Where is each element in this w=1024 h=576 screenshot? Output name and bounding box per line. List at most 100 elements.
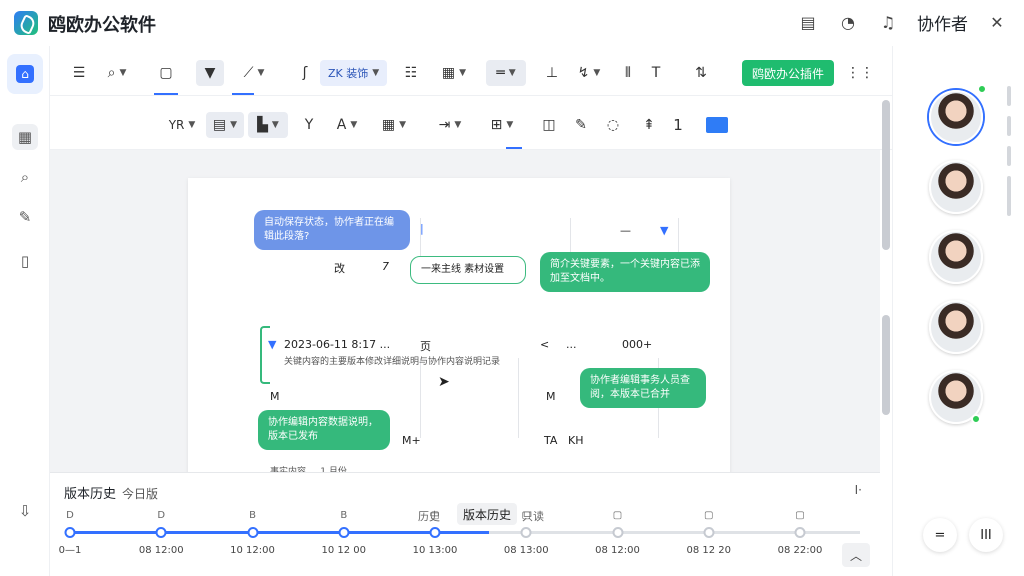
chart-dropdown[interactable]: ▙ ▼	[248, 111, 288, 138]
nav-home-button[interactable]: ⌂	[7, 54, 43, 94]
scrollbar-thumb-bottom[interactable]	[882, 315, 890, 415]
history-popup[interactable]: 版本历史	[457, 503, 518, 525]
columns-icon[interactable]: ⫴	[618, 60, 638, 86]
nav-grid-button[interactable]: ▦	[12, 124, 38, 150]
document-page: 自动保存状态，协作者正在编辑此段落? | — ▼ 改 7 一来主线 素材设置 简…	[188, 178, 730, 472]
timeline-node[interactable]	[794, 527, 806, 538]
date-dots: ...	[566, 338, 577, 351]
scrollbar-thumb-top[interactable]	[882, 100, 890, 250]
timeline-time-label: 10 12 00	[321, 545, 367, 556]
description-line: 关键内容的主要版本修改详细说明与协作内容说明记录	[284, 357, 501, 367]
left-nav: ⌂ ▦ ⌕ ✎ ▯ ⇩	[0, 46, 50, 576]
scroll-up-button[interactable]: ︿	[842, 543, 870, 567]
title-bar: 鸥欧办公软件 ▤ ◔ ♫ 协作者 ✕	[0, 0, 1024, 46]
text-cursor: |	[420, 222, 424, 235]
nav-search-button[interactable]: ⌕	[12, 164, 38, 190]
timeline-node[interactable]	[247, 527, 258, 538]
paragraph-dropdown[interactable]: ▤ ▼	[206, 111, 244, 138]
plugin-button[interactable]: 鸥欧办公插件	[742, 60, 835, 86]
timeline-tick-label: ▢	[704, 510, 714, 521]
date-end: 000+	[622, 338, 653, 351]
nav-edit-button[interactable]: ✎	[12, 204, 38, 230]
timeline-progress	[70, 531, 489, 534]
timeline-time-label: 08 12:00	[595, 545, 640, 556]
timeline-node[interactable]	[338, 527, 350, 538]
timeline-node[interactable]	[429, 527, 441, 538]
timeline-node[interactable]	[155, 527, 167, 538]
text-icon[interactable]: T	[646, 60, 666, 86]
timeline-time-label: 08 12 20	[686, 545, 732, 556]
selection-bracket	[260, 326, 270, 384]
timeline-node[interactable]	[64, 527, 76, 538]
folder-icon[interactable]	[706, 117, 728, 133]
bullet-list-icon[interactable]: ☷	[400, 60, 422, 86]
pen-icon[interactable]: ✎	[570, 112, 592, 138]
scrollbar-segment	[1007, 176, 1011, 216]
merge-icon[interactable]: Y	[298, 112, 320, 138]
zoom-icon[interactable]: ⌕ ▼	[100, 60, 134, 86]
collaborator-scrollbar[interactable]	[1007, 86, 1011, 216]
page-icon[interactable]: ▢	[154, 60, 178, 86]
grid-line	[518, 358, 519, 438]
highlight-dropdown[interactable]: ▦ ▼	[372, 112, 416, 138]
transform-icon[interactable]: ↯ ▼	[570, 60, 608, 86]
font-dropdown[interactable]: ZK 装饰 ▼	[320, 59, 388, 86]
anchor-icon[interactable]: ⊥	[540, 60, 564, 86]
pointer-icon[interactable]: ▼	[196, 59, 224, 86]
app-logo-icon	[14, 11, 38, 35]
insert-dropdown[interactable]: ⊞ ▼	[482, 112, 522, 138]
more-icon[interactable]: ⋮⋮	[846, 60, 874, 86]
collaborator-avatar[interactable]	[929, 160, 983, 214]
canvas-scrollbar[interactable]	[882, 100, 890, 475]
line-tab-underline	[232, 93, 254, 95]
comment-icon[interactable]: ▤	[797, 12, 819, 34]
timeline-node[interactable]	[520, 527, 532, 538]
collaborator-avatar[interactable]	[929, 90, 983, 144]
mark-icon[interactable]: ◌	[602, 112, 624, 138]
history-meta-right: 只读	[522, 510, 544, 523]
timeline-time-label: 08 12:00	[138, 545, 184, 556]
sort-icon[interactable]: ⇅	[690, 60, 712, 86]
font-style-dropdown[interactable]: YR ▼	[164, 112, 200, 138]
comment-bubble-right[interactable]: 简介关键要素，一个关键内容已添加至文档中。	[540, 252, 710, 292]
comment-bubble-top-left[interactable]: 自动保存状态，协作者正在编辑此段落?	[254, 210, 410, 250]
insert-underline	[506, 147, 522, 149]
collaborators-button[interactable]: 协作者	[917, 10, 968, 35]
date-mark: <	[540, 338, 550, 351]
mouse-cursor-icon: ➤	[438, 374, 450, 390]
nav-file-button[interactable]: ▯	[12, 248, 38, 274]
search-icon: ⌕	[20, 168, 30, 186]
align-dropdown[interactable]: ═ ▼	[486, 59, 526, 86]
curve-icon[interactable]: ʃ	[296, 60, 314, 86]
comment-bubble-boxed[interactable]: 一来主线 素材设置	[410, 256, 526, 284]
close-icon[interactable]: ✕	[986, 12, 1008, 34]
menu-button[interactable]: =	[923, 518, 957, 552]
bell-icon[interactable]: ♫	[877, 12, 899, 34]
layout-icon[interactable]: ▦ ▼	[436, 60, 472, 86]
comment-bubble-right-2[interactable]: 协作者编辑事务人员查阅，本版本已合并	[580, 368, 706, 408]
history-meta-left: 历史	[418, 510, 440, 523]
pause-button[interactable]: III	[969, 518, 1003, 552]
image-icon[interactable]: ◫	[538, 112, 560, 138]
scrollbar-segment	[1007, 146, 1011, 166]
notification-icon[interactable]: ◔	[837, 12, 859, 34]
titlebar-actions: ▤ ◔ ♫ 协作者 ✕	[797, 10, 1008, 35]
collaborator-avatar[interactable]	[929, 300, 983, 354]
history-subtitle: 今日版	[122, 487, 159, 501]
list-icon[interactable]: ☰	[68, 60, 90, 86]
timeline-node[interactable]	[612, 527, 623, 538]
nav-export-button[interactable]: ⇩	[12, 498, 38, 524]
line-icon[interactable]: ⟋ ▼	[232, 60, 276, 86]
comment-bubble-green-left[interactable]: 协作编辑内容数据说明，版本已发布	[258, 410, 390, 450]
format-toolbar: YR ▼ ▤ ▼ ▙ ▼ Y A ▼ ▦ ▼ ⇥ ▼ ⊞ ▼ ◫ ✎ ◌ ⇞ 1	[50, 100, 892, 150]
history-collapse-button[interactable]: I·	[855, 483, 862, 497]
line-spacing-icon[interactable]: ⇞	[638, 112, 660, 138]
timeline-tick-label: B	[249, 510, 256, 521]
timeline-node[interactable]	[703, 527, 715, 538]
indent-dropdown[interactable]: ⇥ ▼	[430, 112, 470, 138]
timeline-tick-label: D	[66, 510, 74, 521]
collaborator-avatar[interactable]	[929, 230, 983, 284]
font-color-dropdown[interactable]: A ▼	[332, 112, 362, 138]
history-title-text: 版本历史	[64, 487, 117, 502]
dash-mark: —	[620, 224, 631, 237]
